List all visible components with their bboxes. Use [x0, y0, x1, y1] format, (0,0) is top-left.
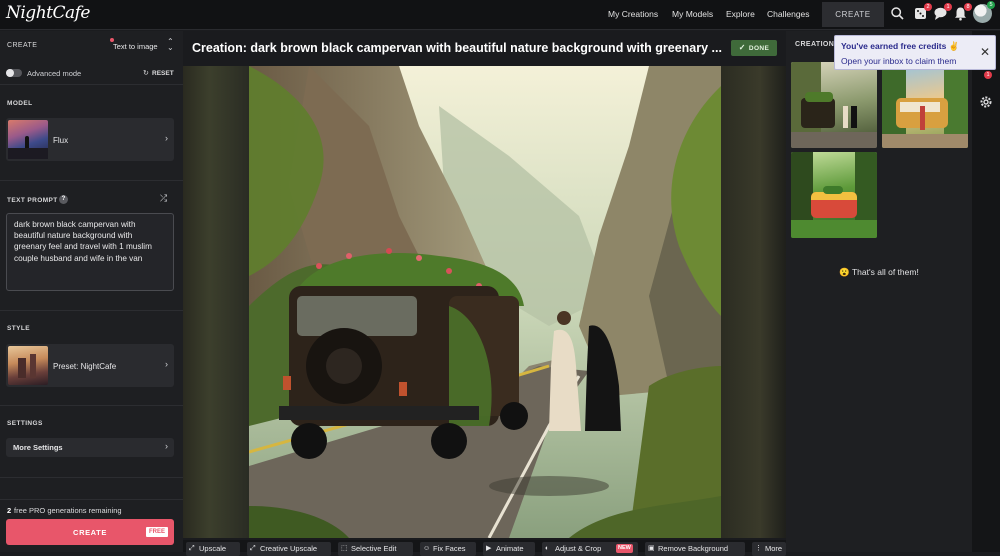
blurred-backdrop-left	[183, 66, 249, 538]
done-button[interactable]: ✓ DONE	[731, 40, 777, 56]
reset-icon[interactable]: ↻	[143, 69, 149, 77]
model-thumbnail	[8, 120, 48, 159]
create-label: CREATE	[7, 42, 38, 49]
settings-section: SETTINGS More Settings ›	[0, 406, 183, 478]
upscale-icon: ⤢	[189, 545, 195, 552]
mode-select-value: Text to image	[113, 42, 158, 51]
prompt-textarea[interactable]: dark brown black campervan with beautifu…	[6, 213, 174, 291]
nightcafe-logo[interactable]: NightCafe	[6, 3, 90, 23]
style-card[interactable]: Preset: NightCafe ›	[6, 344, 174, 387]
end-of-list-text: That's all of them!	[851, 267, 919, 277]
model-name: Flux	[53, 136, 69, 145]
chevron-right-icon: ›	[165, 441, 168, 451]
nav-my-creations[interactable]: My Creations	[608, 9, 658, 19]
top-bar: NightCafe My Creations My Models Explore…	[0, 0, 1000, 30]
nav-challenges[interactable]: Challenges	[767, 9, 810, 19]
style-name: Preset: NightCafe	[53, 362, 117, 371]
prompt-label: TEXT PROMPT	[7, 197, 58, 204]
creative-upscale-icon: ⤢	[250, 545, 256, 552]
style-section: STYLE Preset: NightCafe ›	[0, 310, 183, 406]
selective-edit-button[interactable]: ⬚ Selective Edit	[338, 542, 413, 556]
remove-background-icon: ▣	[648, 545, 655, 552]
create-section: CREATE Text to image ⌃ ⌄ Advanced mode ↻ …	[0, 31, 183, 85]
gear-icon[interactable]	[979, 95, 993, 109]
search-icon[interactable]	[890, 6, 905, 21]
adjust-crop-button[interactable]: ◐ Adjust & Crop NEW	[542, 542, 638, 556]
more-button[interactable]: ⋮ More	[752, 542, 786, 556]
remaining-count: 2	[7, 506, 12, 515]
done-label: DONE	[748, 45, 770, 52]
create-button[interactable]: CREATE FREE	[6, 519, 174, 545]
upscale-button[interactable]: ⤢ Upscale	[186, 542, 240, 556]
close-icon[interactable]: ✕	[980, 45, 990, 59]
nav-my-models[interactable]: My Models	[672, 9, 713, 19]
remaining-text: free PRO generations remaining	[14, 506, 122, 515]
nav-explore[interactable]: Explore	[726, 9, 755, 19]
advanced-mode-toggle[interactable]	[6, 69, 22, 77]
victory-hand-icon: ✌	[948, 41, 960, 51]
mode-select[interactable]: Text to image ⌃ ⌄	[108, 37, 176, 53]
more-settings-label: More Settings	[13, 443, 63, 452]
rail-badge: 1	[984, 71, 992, 79]
right-rail: 1	[972, 31, 1000, 552]
creations-panel: CREATION 😮 That's all of them!	[786, 31, 972, 552]
blurred-backdrop-right	[721, 66, 786, 538]
fix-faces-icon: ☺	[423, 545, 431, 552]
settings-label: SETTINGS	[7, 420, 43, 427]
nav-create-button[interactable]: CREATE	[822, 2, 884, 27]
more-icon: ⋮	[755, 545, 762, 552]
more-settings-button[interactable]: More Settings ›	[6, 438, 174, 457]
shuffle-icon[interactable]: ⤮	[160, 193, 167, 204]
surprised-emoji-icon: 😮	[839, 267, 850, 277]
model-label: MODEL	[7, 100, 33, 107]
animate-button[interactable]: ▶ Animate	[483, 542, 535, 556]
creation-title: Creation: dark brown black campervan wit…	[192, 41, 722, 55]
chat-badge: 1	[944, 3, 952, 11]
fix-faces-button[interactable]: ☺ Fix Faces	[420, 542, 476, 556]
chat-icon[interactable]: 1	[933, 3, 952, 21]
selective-edit-icon: ⬚	[341, 545, 348, 552]
creation-thumbnail[interactable]	[791, 62, 877, 148]
creation-image[interactable]	[249, 66, 721, 538]
model-section: MODEL Flux ›	[0, 85, 183, 181]
free-tag: FREE	[146, 527, 169, 537]
creation-thumbnail[interactable]	[791, 152, 877, 238]
chevron-right-icon: ›	[165, 133, 168, 143]
toggle-knob	[6, 69, 14, 77]
bell-icon[interactable]: 8	[953, 3, 972, 21]
user-avatar[interactable]: 5	[973, 1, 995, 23]
notification-title: You've earned free credits ✌	[841, 41, 960, 51]
dice-badge: 2	[924, 3, 932, 11]
create-panel: CREATE Text to image ⌃ ⌄ Advanced mode ↻ …	[0, 31, 183, 552]
chevron-right-icon: ›	[165, 359, 168, 369]
animate-icon: ▶	[486, 545, 492, 552]
dice-icon[interactable]: 2	[913, 3, 932, 21]
avatar-badge: 5	[987, 1, 995, 9]
creative-upscale-button[interactable]: ⤢ Creative Upscale	[247, 542, 331, 556]
style-thumbnail	[8, 346, 48, 385]
updown-chevron-icon: ⌃ ⌄	[167, 37, 174, 52]
style-label: STYLE	[7, 325, 30, 332]
check-icon: ✓	[738, 43, 746, 52]
creations-header: CREATION	[795, 41, 835, 48]
model-card[interactable]: Flux ›	[6, 118, 174, 161]
bell-badge: 8	[964, 3, 972, 11]
image-toolbar: ⤢ Upscale ⤢ Creative Upscale ⬚ Selective Ed…	[183, 540, 786, 556]
end-of-list-message: 😮 That's all of them!	[786, 267, 972, 278]
notification-body: Open your inbox to claim them	[841, 56, 957, 66]
reset-button[interactable]: RESET	[152, 70, 174, 77]
help-icon[interactable]: ?	[59, 195, 68, 204]
remove-background-button[interactable]: ▣ Remove Background	[645, 542, 745, 556]
credits-notification[interactable]: You've earned free credits ✌ Open your i…	[834, 35, 996, 70]
adjust-crop-icon: ◐	[545, 545, 550, 552]
creation-thumbnail[interactable]	[882, 62, 968, 148]
creation-view: Creation: dark brown black campervan wit…	[183, 31, 786, 556]
advanced-mode-label: Advanced mode	[27, 69, 82, 78]
